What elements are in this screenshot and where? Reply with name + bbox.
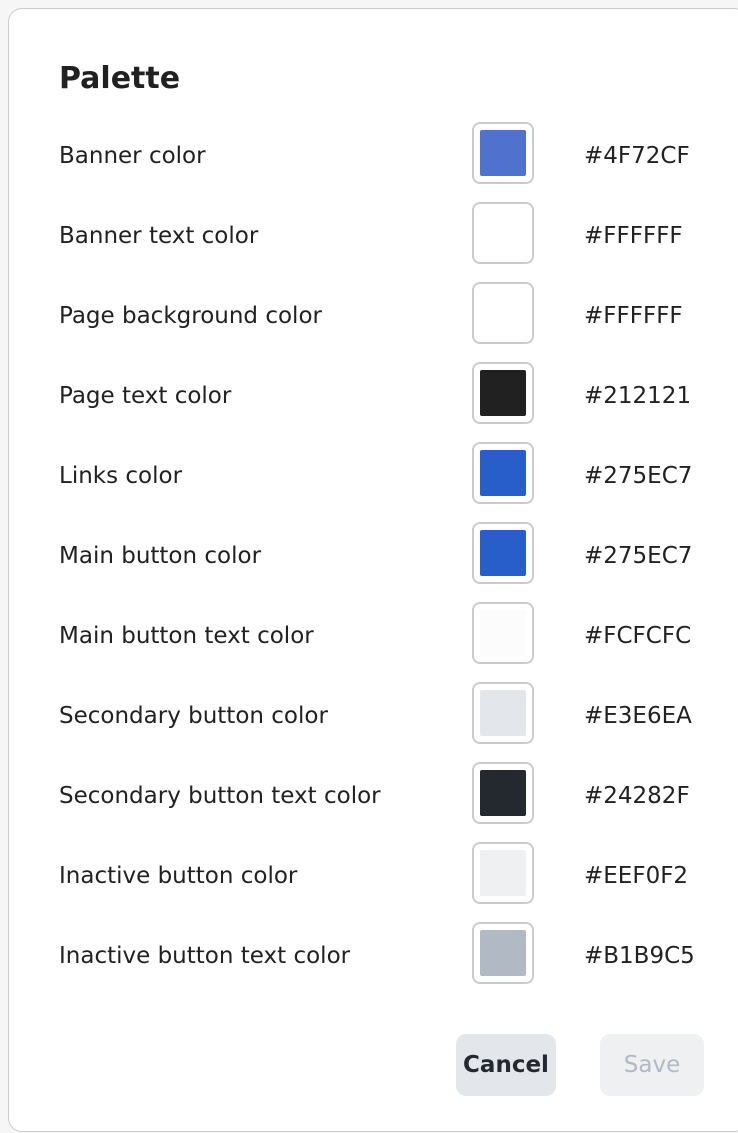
row-label: Inactive button color <box>59 863 298 889</box>
color-swatch-fill <box>480 450 526 496</box>
color-swatch-button[interactable] <box>472 202 534 264</box>
hex-value: #B1B9C5 <box>584 943 695 969</box>
hex-value: #275EC7 <box>584 463 693 489</box>
hex-value: #FFFFFF <box>584 223 683 249</box>
color-swatch-button[interactable] <box>472 362 534 424</box>
color-swatch-fill <box>480 290 526 336</box>
cancel-button[interactable]: Cancel <box>456 1034 556 1096</box>
palette-dialog: Palette Banner color #4F72CF Banner text… <box>8 8 738 1132</box>
color-swatch-fill <box>480 130 526 176</box>
color-swatch-fill <box>480 770 526 816</box>
row-label: Banner color <box>59 143 206 169</box>
color-swatch-fill <box>480 850 526 896</box>
color-swatch-button[interactable] <box>472 922 534 984</box>
palette-row-banner-color: Banner color #4F72CF <box>9 121 738 201</box>
palette-row-links-color: Links color #275EC7 <box>9 441 738 521</box>
row-label: Secondary button color <box>59 703 328 729</box>
palette-row-page-background-color: Page background color #FFFFFF <box>9 281 738 361</box>
row-label: Main button color <box>59 543 262 569</box>
color-swatch-fill <box>480 930 526 976</box>
color-swatch-fill <box>480 210 526 256</box>
hex-value: #4F72CF <box>584 143 690 169</box>
row-label: Banner text color <box>59 223 259 249</box>
hex-value: #212121 <box>584 383 692 409</box>
palette-row-inactive-button-color: Inactive button color #EEF0F2 <box>9 841 738 921</box>
dialog-title: Palette <box>59 61 181 96</box>
color-swatch-button[interactable] <box>472 282 534 344</box>
color-swatch-button[interactable] <box>472 122 534 184</box>
color-swatch-fill <box>480 370 526 416</box>
palette-row-page-text-color: Page text color #212121 <box>9 361 738 441</box>
hex-value: #275EC7 <box>584 543 693 569</box>
palette-row-main-button-text-color: Main button text color #FCFCFC <box>9 601 738 681</box>
color-swatch-button[interactable] <box>472 762 534 824</box>
save-button: Save <box>600 1034 704 1096</box>
hex-value: #EEF0F2 <box>584 863 689 889</box>
palette-row-secondary-button-color: Secondary button color #E3E6EA <box>9 681 738 761</box>
palette-row-main-button-color: Main button color #275EC7 <box>9 521 738 601</box>
color-swatch-button[interactable] <box>472 842 534 904</box>
color-swatch-fill <box>480 610 526 656</box>
hex-value: #24282F <box>584 783 690 809</box>
color-swatch-fill <box>480 530 526 576</box>
palette-row-secondary-button-text-color: Secondary button text color #24282F <box>9 761 738 841</box>
color-swatch-button[interactable] <box>472 682 534 744</box>
hex-value: #FCFCFC <box>584 623 692 649</box>
row-label: Page text color <box>59 383 232 409</box>
palette-row-banner-text-color: Banner text color #FFFFFF <box>9 201 738 281</box>
color-swatch-button[interactable] <box>472 602 534 664</box>
row-label: Links color <box>59 463 183 489</box>
row-label: Page background color <box>59 303 322 329</box>
color-swatch-fill <box>480 690 526 736</box>
color-swatch-button[interactable] <box>472 522 534 584</box>
row-label: Main button text color <box>59 623 314 649</box>
hex-value: #E3E6EA <box>584 703 692 729</box>
color-swatch-button[interactable] <box>472 442 534 504</box>
row-label: Inactive button text color <box>59 943 351 969</box>
hex-value: #FFFFFF <box>584 303 683 329</box>
palette-row-inactive-button-text-color: Inactive button text color #B1B9C5 <box>9 921 738 1001</box>
palette-rows: Banner color #4F72CF Banner text color #… <box>9 121 738 1001</box>
row-label: Secondary button text color <box>59 783 381 809</box>
